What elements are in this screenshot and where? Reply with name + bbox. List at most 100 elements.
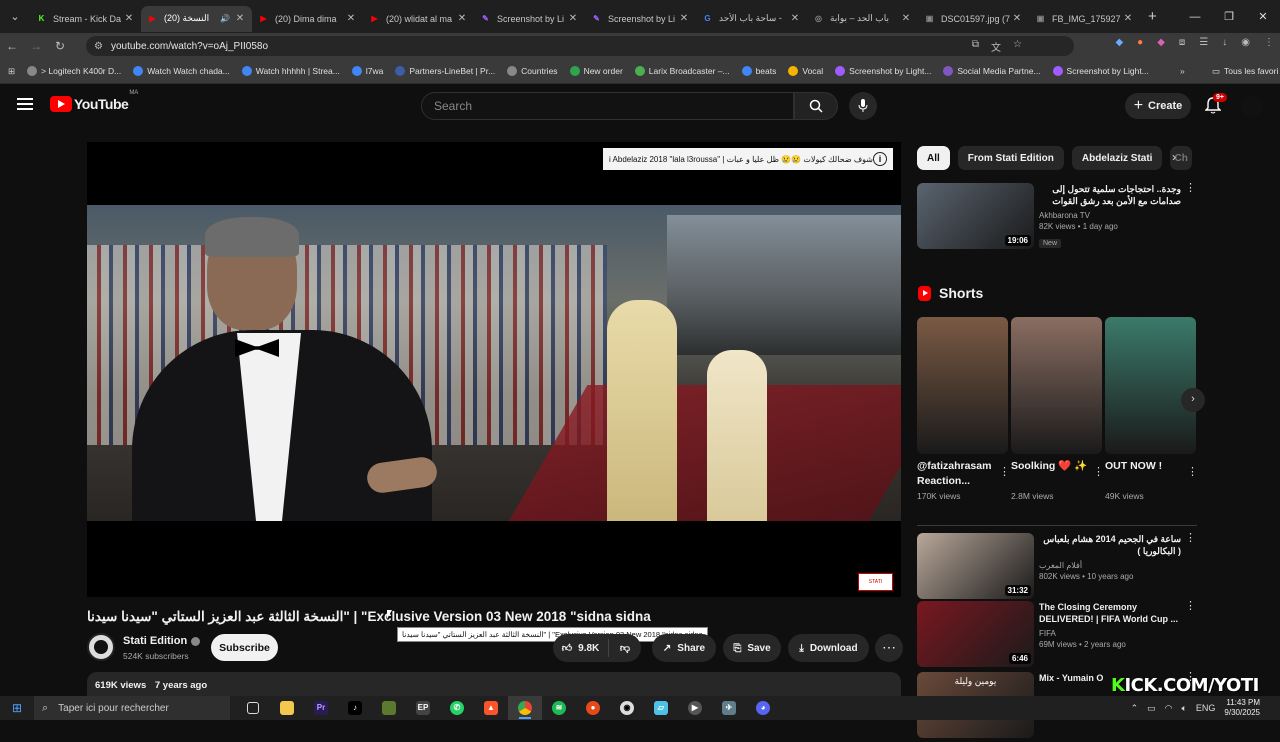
language-indicator[interactable]: ENG — [1196, 703, 1216, 713]
tab-close-icon[interactable]: ✕ — [789, 13, 801, 24]
volume-icon[interactable]: 🔈︎ — [1181, 703, 1186, 714]
more-options-icon[interactable]: ⋮ — [1187, 465, 1198, 478]
tab-close-icon[interactable]: ✕ — [1011, 13, 1023, 24]
youtube-logo[interactable]: YouTube MA — [50, 90, 138, 112]
taskbar-search-input[interactable]: ⌕ Taper ici pour rechercher — [34, 696, 230, 720]
shorts-next-button[interactable]: › — [1181, 388, 1205, 412]
browser-tab[interactable]: G ساحة باب الأحد - ✕ — [696, 6, 807, 32]
whatsapp-icon[interactable]: ✆ — [440, 696, 474, 720]
account-avatar[interactable] — [1241, 95, 1263, 117]
tab-close-icon[interactable]: ✕ — [567, 13, 579, 24]
app-icon[interactable]: ▱ — [644, 696, 678, 720]
browser-tab[interactable]: ▶ (20) wlidat al ma ✕ — [363, 6, 474, 32]
filter-chip[interactable]: From Stati Edition — [957, 146, 1064, 170]
translate-icon[interactable]: 文 — [991, 39, 1001, 54]
download-button[interactable]: ⤓ Download — [788, 634, 869, 662]
browser-tab[interactable]: ✎ Screenshot by Li ✕ — [474, 6, 585, 32]
tab-close-icon[interactable]: ✕ — [123, 13, 135, 24]
more-options-icon[interactable]: ⋮ — [1185, 533, 1196, 544]
site-info-icon[interactable]: ⚙ — [94, 41, 103, 52]
omnibox[interactable]: ⚙ youtube.com/watch?v=oAj_PII058o ⧉ 文 ☆ — [86, 36, 1074, 56]
tiktok-icon[interactable]: ♪ — [338, 696, 372, 720]
maximize-button[interactable]: ❐ — [1212, 10, 1246, 23]
video-thumbnail[interactable]: 6:46 — [917, 601, 1034, 667]
browser-tab[interactable]: ✎ Screenshot by Li ✕ — [585, 6, 696, 32]
subscribe-button[interactable]: Subscribe — [211, 634, 278, 661]
windows-start-icon[interactable]: ⊞ — [0, 701, 34, 715]
bookmark-item[interactable]: Social Media Partne... — [943, 66, 1041, 76]
filter-chip[interactable]: All — [917, 146, 950, 170]
obs-icon[interactable]: ◉ — [610, 696, 644, 720]
recommended-video[interactable]: 19:06 وجدة.. احتجاجات سلمية تتحول إلى صدا… — [917, 183, 1197, 253]
menu-hamburger-icon[interactable] — [17, 98, 33, 110]
chevron-right-icon[interactable]: › — [1172, 150, 1176, 164]
filter-chip[interactable]: Abdelaziz Stati — [1071, 146, 1163, 170]
tab-close-icon[interactable]: ✕ — [345, 13, 357, 24]
like-button[interactable]: 👍︎ 9.8K — [553, 639, 609, 657]
tab-close-icon[interactable]: ✕ — [456, 13, 468, 24]
recommended-video[interactable]: 31:32 ساعة في الجحيم 2014 هشام بلعباس ( ا… — [917, 533, 1197, 603]
notifications-button[interactable]: 9+ — [1203, 93, 1227, 117]
download-icon[interactable]: ↓ — [1222, 37, 1227, 48]
short-card[interactable]: OUT NOW ! 49K views ⋮ — [1105, 317, 1198, 501]
save-button[interactable]: ⎘ Save — [723, 634, 781, 662]
browser-tab[interactable]: K Stream - Kick Da ✕ — [30, 6, 141, 32]
minecraft-icon[interactable] — [372, 696, 406, 720]
bookmark-item[interactable]: Screenshot by Light... — [1052, 66, 1149, 76]
bookmark-item[interactable]: Screenshot by Light... — [835, 66, 931, 76]
task-view-icon[interactable] — [236, 696, 270, 720]
install-app-icon[interactable]: ⧉ — [972, 39, 979, 54]
chrome-icon[interactable] — [508, 696, 542, 720]
channel-watermark[interactable]: STATI — [858, 573, 893, 591]
search-input[interactable]: Search — [421, 92, 794, 120]
bookmark-item[interactable]: > Logitech K400r D... — [27, 66, 121, 76]
more-options-icon[interactable]: ⋮ — [1093, 465, 1104, 478]
bookmark-item[interactable]: beats — [741, 66, 776, 76]
discord-icon[interactable]: ◕ — [746, 696, 780, 720]
search-button[interactable] — [794, 92, 838, 120]
share-button[interactable]: ↗ Share — [652, 634, 716, 662]
app-icon[interactable]: ✈ — [712, 696, 746, 720]
bookmark-item[interactable]: Partners-LineBet | Pr... — [395, 66, 495, 76]
reading-list-icon[interactable]: ☰ — [1199, 37, 1208, 48]
browser-menu-icon[interactable]: ⋮ — [1264, 37, 1274, 48]
short-card[interactable]: @fatizahrasam Reaction... 170K views ⋮ — [917, 317, 1010, 501]
bookmark-item[interactable]: Larix Broadcaster –... — [634, 66, 730, 76]
microphone-app-icon[interactable]: ● — [576, 696, 610, 720]
all-bookmarks-folder[interactable]: ▭ Tous les favori — [1212, 66, 1278, 77]
forward-button[interactable]: → — [24, 39, 48, 53]
bookmark-item[interactable]: Watch hhhhh | Strea... — [241, 66, 340, 76]
premiere-icon[interactable]: Pr — [304, 696, 338, 720]
short-thumbnail[interactable] — [917, 317, 1008, 454]
short-thumbnail[interactable] — [1105, 317, 1196, 454]
clock[interactable]: 11:43 PM 9/30/2025 — [1224, 698, 1260, 718]
profile-icon[interactable]: ◉ — [1241, 37, 1250, 48]
extensions-puzzle-icon[interactable]: ⧈ — [1179, 37, 1185, 48]
wifi-icon[interactable]: ◠ — [1165, 703, 1173, 714]
spotify-icon[interactable]: ≋ — [542, 696, 576, 720]
reload-button[interactable]: ↻ — [48, 39, 72, 53]
brave-icon[interactable]: ▲ — [474, 696, 508, 720]
short-thumbnail[interactable] — [1011, 317, 1102, 454]
close-window-button[interactable]: ✕ — [1246, 10, 1280, 23]
dislike-button[interactable]: 👎︎ — [609, 642, 641, 654]
media-player-icon[interactable]: ▶ — [678, 696, 712, 720]
more-actions-button[interactable]: ⋯ — [875, 634, 903, 662]
video-player[interactable]: i Abdelaziz 2018 "lala l3roussa" | شوف ض… — [87, 142, 901, 597]
extension-icon[interactable]: ● — [1137, 37, 1143, 48]
bookmark-item[interactable]: Watch Watch chada... — [133, 66, 230, 76]
tab-search-button[interactable]: ⌄ — [4, 6, 26, 28]
more-options-icon[interactable]: ⋮ — [999, 465, 1010, 478]
bookmark-item[interactable]: Countries — [507, 66, 558, 76]
more-options-icon[interactable]: ⋮ — [1185, 183, 1196, 194]
tab-close-icon[interactable]: ✕ — [678, 13, 690, 24]
bookmark-item[interactable]: New order — [569, 66, 623, 76]
bookmark-item[interactable]: Vocal — [788, 66, 823, 76]
extension-icon[interactable]: ◆ — [1115, 37, 1123, 48]
video-frame[interactable] — [87, 205, 901, 521]
channel-name[interactable]: Stati Edition — [123, 635, 201, 647]
minimize-button[interactable]: — — [1178, 11, 1212, 23]
network-icon[interactable]: ▭ — [1147, 703, 1156, 714]
short-card[interactable]: Soolking ❤️ ✨ 2.8M views ⋮ — [1011, 317, 1104, 501]
apps-grid-icon[interactable]: ⊞ — [8, 66, 15, 77]
